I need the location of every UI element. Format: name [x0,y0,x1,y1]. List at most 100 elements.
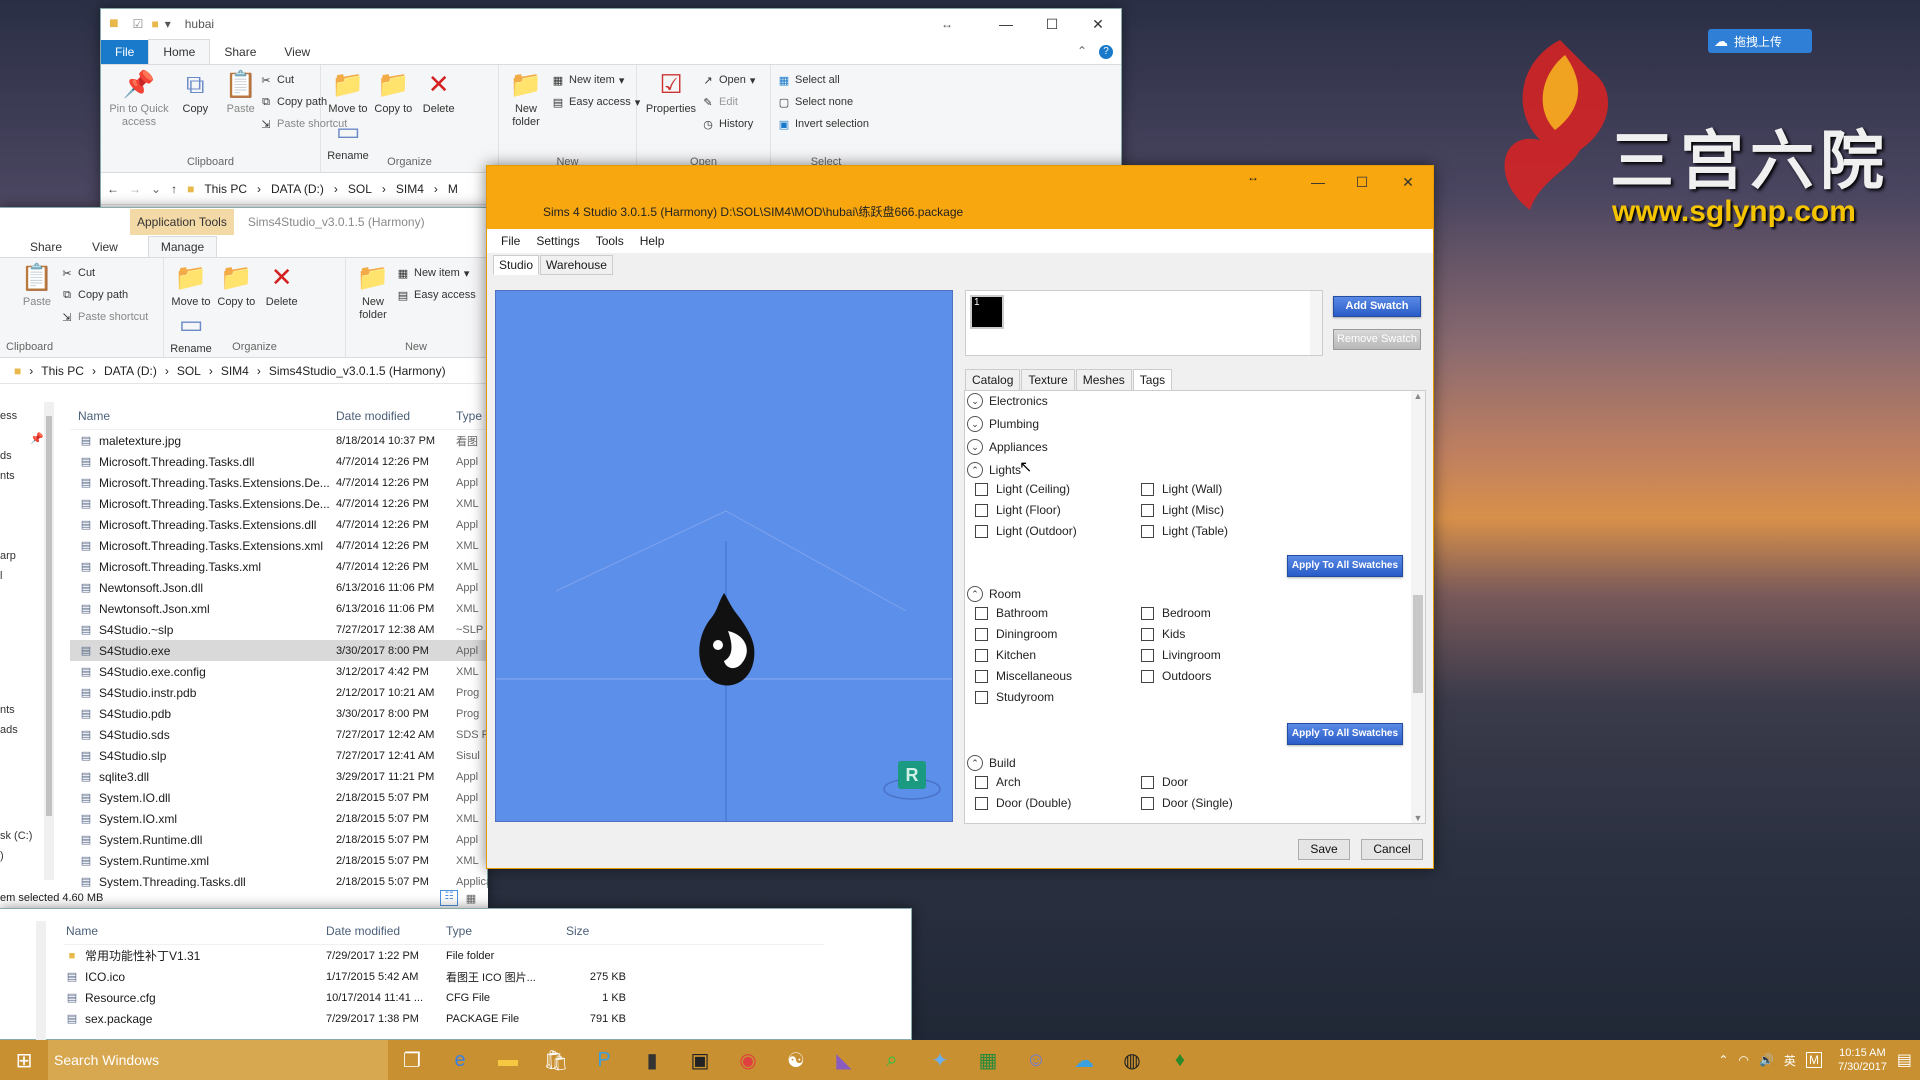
open-button[interactable]: ↗ Open ▾ [701,69,755,91]
tag-checkbox-room[interactable]: Kids [1141,627,1185,641]
breadcrumb-sim4[interactable]: SIM4 [221,364,249,378]
swatch-scrollbar[interactable] [1310,291,1322,355]
tag-checkbox-room[interactable]: Outdoors [1141,669,1211,683]
table-row[interactable]: ▤ S4Studio.exe 3/30/2017 8:00 PM Appl [70,640,488,661]
column-header-date[interactable]: Date modified [326,924,446,938]
breadcrumb-data[interactable]: DATA (D:) [271,182,324,196]
nav-item[interactable]: nts [0,470,15,482]
move-to-button[interactable]: 📁 Move to [327,69,369,116]
tab-texture[interactable]: Texture [1021,369,1075,391]
3d-viewport[interactable]: R [495,290,953,822]
app-book-icon[interactable]: ▮ [628,1040,676,1080]
viewport-badge-icon[interactable]: R [898,761,926,789]
table-row[interactable]: ▤ Microsoft.Threading.Tasks.xml 4/7/2014 1… [70,556,488,577]
move-to-button[interactable]: 📁 Move to [170,262,212,309]
app-green-icon[interactable]: ♦ [1156,1040,1204,1080]
delete-button[interactable]: ✕ Delete [418,69,460,116]
recent-dropdown-icon[interactable]: ⌄ [151,182,161,196]
table-row[interactable]: ▤ Microsoft.Threading.Tasks.Extensions.De… [70,493,488,514]
category-plumbing[interactable]: ⌄ Plumbing [967,416,1039,432]
maximize-button[interactable]: ☐ [1339,174,1385,191]
app-search-icon[interactable]: ⌕ [868,1040,916,1080]
close-button[interactable]: ✕ [1385,174,1431,191]
nav-item[interactable]: sk (C:) [0,830,32,842]
tag-checkbox-room[interactable]: Bedroom [1141,606,1211,620]
scroll-up-icon[interactable]: ▲ [1411,391,1425,401]
pin-quick-access-button[interactable]: 📌 Pin to Quick access [107,69,171,129]
tab-share[interactable]: Share [210,40,270,64]
tag-checkbox-lights[interactable]: Light (Wall) [1141,482,1222,496]
table-row[interactable]: ▤ S4Studio.sds 7/27/2017 12:42 AM SDS F [70,724,488,745]
save-button[interactable]: Save [1298,839,1350,860]
clock[interactable]: 10:15 AM 7/30/2017 [1838,1046,1887,1074]
task-view-icon[interactable]: ❐ [388,1040,436,1080]
sims4studio-icon[interactable]: ☯ [772,1040,820,1080]
upload-button[interactable]: ☁ 拖拽上传 [1708,29,1812,53]
nav-item[interactable]: ads [0,724,18,736]
column-header-date[interactable]: Date modified [336,409,456,423]
table-row[interactable]: ▤ Microsoft.Threading.Tasks.dll 4/7/2014 1… [70,451,488,472]
table-row[interactable]: ▤ System.IO.xml 2/18/2015 5:07 PM XML [70,808,488,829]
table-row[interactable]: ▤ ICO.ico 1/17/2015 5:42 AM 看图王 ICO 图片... 27… [64,966,824,987]
table-row[interactable]: ▤ Newtonsoft.Json.xml 6/13/2016 11:06 PM XM… [70,598,488,619]
tags-scrollbar[interactable]: ▲ ▼ [1411,391,1425,823]
column-header-name[interactable]: Name [64,924,326,938]
tab-view[interactable]: View [270,40,324,64]
copy-to-button[interactable]: 📁 Copy to [215,262,257,309]
chrome-icon[interactable]: ◉ [724,1040,772,1080]
tag-checkbox-build[interactable]: Door (Single) [1141,796,1233,810]
properties-icon[interactable]: ☑ [133,17,144,31]
category-build[interactable]: ⌃ Build [967,755,1016,771]
cut-button[interactable]: ✂ Cut [60,262,148,284]
menu-file[interactable]: File [493,234,528,248]
table-row[interactable]: ▤ sex.package 7/29/2017 1:38 PM PACKAGE Fil… [64,1008,824,1029]
delete-button[interactable]: ✕ Delete [261,262,303,309]
breadcrumb-data[interactable]: DATA (D:) [104,364,157,378]
tab-meshes[interactable]: Meshes [1075,369,1132,391]
table-row[interactable]: ▤ Newtonsoft.Json.dll 6/13/2016 11:06 PM Ap… [70,577,488,598]
table-row[interactable]: ▤ S4Studio.slp 7/27/2017 12:41 AM Sisul [70,745,488,766]
cloud-app-icon[interactable]: ☁ [1060,1040,1108,1080]
table-row[interactable]: ▤ System.Runtime.xml 2/18/2015 5:07 PM XML [70,850,488,871]
category-lights[interactable]: ⌃ Lights [967,462,1021,478]
table-row[interactable]: ▤ Microsoft.Threading.Tasks.Extensions.dl… [70,514,488,535]
properties-button[interactable]: ☑ Properties [643,69,699,116]
tag-checkbox-lights[interactable]: Light (Ceiling) [975,482,1070,496]
paste-button[interactable]: 📋 Paste [220,69,262,116]
breadcrumb-mod[interactable]: M [448,182,458,196]
nav-item[interactable]: arp [0,550,16,562]
table-row[interactable]: ■ 常用功能性补丁V1.31 7/29/2017 1:22 PM File folde… [64,945,824,966]
table-row[interactable]: ▤ S4Studio.pdb 3/30/2017 8:00 PM Prog [70,703,488,724]
tag-checkbox-build[interactable]: Door (Double) [975,796,1071,810]
details-view-icon[interactable]: ☷ [440,890,458,906]
tag-checkbox-build[interactable]: Arch [975,775,1021,789]
app-spreadsheet-icon[interactable]: ▦ [964,1040,1012,1080]
discord-icon[interactable]: ☺ [1012,1040,1060,1080]
search-box[interactable]: Search Windows [48,1040,388,1080]
column-header-name[interactable]: Name [70,409,336,423]
tab-file[interactable]: File [101,40,149,64]
table-row[interactable]: ▤ S4Studio.~slp 7/27/2017 12:38 AM ~SLP [70,619,488,640]
tag-checkbox-lights[interactable]: Light (Misc) [1141,503,1224,517]
table-row[interactable]: ▤ sqlite3.dll 3/29/2017 11:21 PM Appl [70,766,488,787]
new-folder-button[interactable]: 📁 New folder [352,262,394,322]
help-icon[interactable]: ? [1099,45,1113,59]
copy-path-button[interactable]: ⧉ Copy path [60,284,148,306]
column-header-type[interactable]: Type [446,924,566,938]
column-header-type[interactable]: Type [456,409,488,423]
show-hidden-icons-icon[interactable]: ⌃ [1718,1053,1728,1067]
tag-checkbox-lights[interactable]: Light (Outdoor) [975,524,1077,538]
remove-swatch-button[interactable]: Remove Swatch [1333,329,1421,350]
address-bar[interactable]: ■ › This PC › DATA (D:) › SOL › SIM4 › Sims4… [0,358,487,384]
minimize-button[interactable]: — [983,16,1029,32]
tag-checkbox-lights[interactable]: Light (Floor) [975,503,1061,517]
network-icon[interactable]: ◠ [1738,1053,1748,1067]
swatch-item[interactable]: 1 [970,295,1004,329]
tab-view[interactable]: View [62,237,118,257]
app-blue-icon[interactable]: ✦ [916,1040,964,1080]
tag-checkbox-room[interactable]: Kitchen [975,648,1036,662]
swatch-list[interactable]: 1 [965,290,1323,356]
volume-icon[interactable]: 🔊 [1759,1053,1774,1067]
windows-start-icon[interactable]: ⊞ [0,1040,48,1080]
tab-studio[interactable]: Studio [493,255,540,275]
